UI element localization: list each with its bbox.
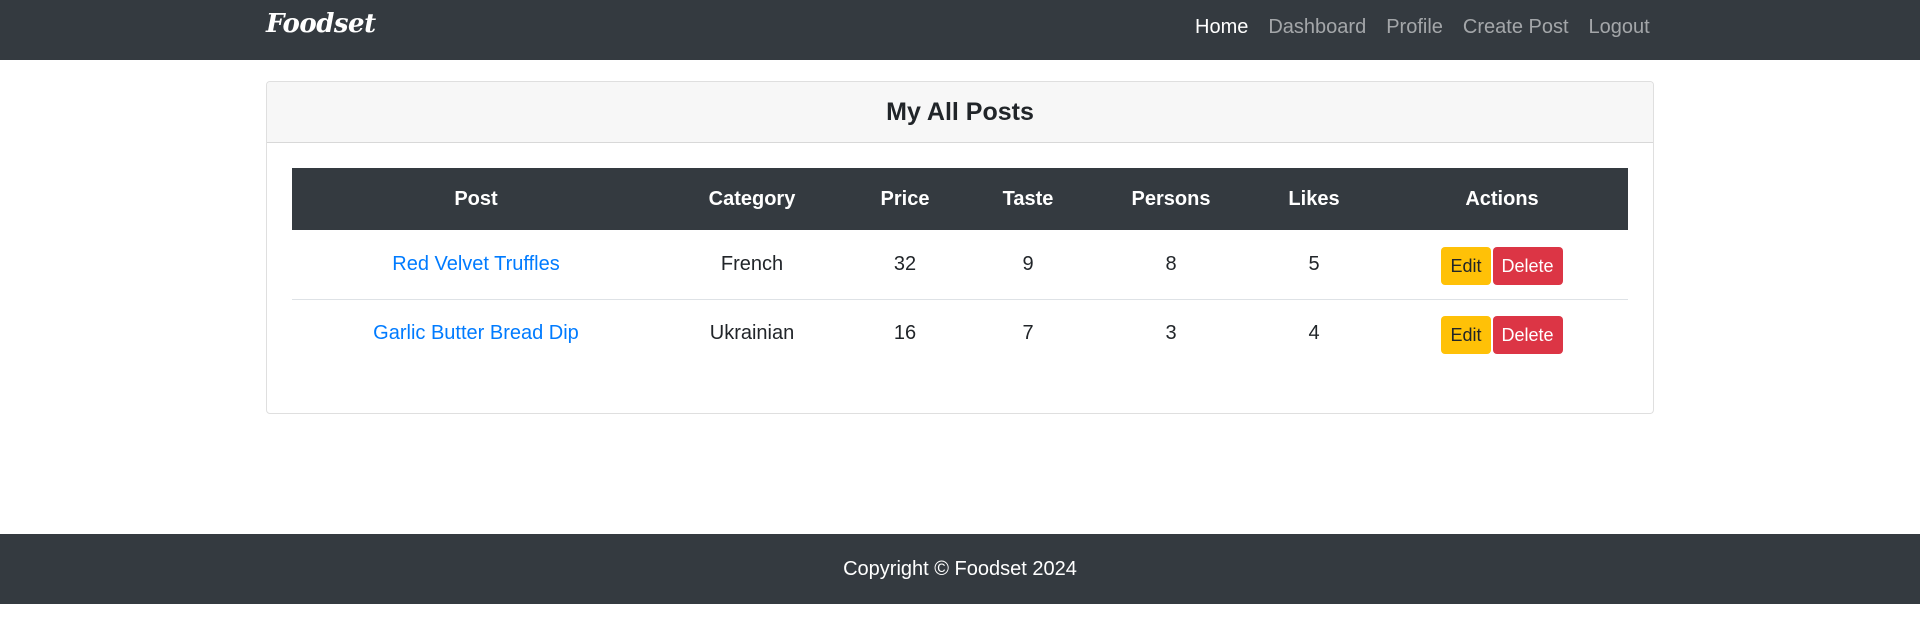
brand-logo[interactable]: Foodset: [266, 9, 376, 39]
nav-link-logout[interactable]: Logout: [1589, 16, 1650, 39]
nav-link-dashboard[interactable]: Dashboard: [1268, 16, 1366, 39]
column-header-category: Category: [708, 187, 796, 210]
column-header-price: Price: [880, 187, 930, 210]
taste-cell: 7: [966, 298, 1090, 368]
persons-cell: 3: [1090, 298, 1252, 368]
card-header: My All Posts: [267, 82, 1653, 143]
edit-button[interactable]: Edit: [1441, 316, 1491, 355]
column-header-persons: Persons: [1131, 187, 1211, 210]
copyright-text: Copyright © Foodset 2024: [843, 558, 1077, 580]
post-cell: Garlic Butter Bread Dip: [292, 298, 660, 368]
table-header-row: Post Category Price Taste Persons Likes …: [292, 168, 1628, 230]
posts-table: Post Category Price Taste Persons Likes …: [292, 168, 1628, 368]
post-link[interactable]: Red Velvet Truffles: [392, 253, 560, 275]
price-cell: 16: [844, 298, 966, 368]
likes-cell: 4: [1252, 298, 1376, 368]
navbar: Foodset Home Dashboard Profile Create Po…: [0, 0, 1920, 60]
nav-link-profile[interactable]: Profile: [1386, 16, 1443, 39]
delete-button[interactable]: Delete: [1492, 246, 1563, 285]
column-header-taste: Taste: [1002, 187, 1054, 210]
posts-card: My All Posts Post Category Price Taste P…: [266, 81, 1654, 414]
column-header-likes: Likes: [1288, 187, 1340, 210]
persons-cell: 8: [1165, 252, 1177, 275]
category-cell: French: [720, 252, 784, 275]
edit-button[interactable]: Edit: [1441, 246, 1491, 285]
likes-cell: 5: [1308, 252, 1320, 275]
footer: Copyright © Foodset 2024: [0, 534, 1920, 604]
nav-link-home[interactable]: Home: [1195, 16, 1248, 39]
actions-cell: Edit Delete: [1376, 298, 1628, 368]
category-cell: Ukrainian: [660, 298, 844, 368]
delete-button[interactable]: Delete: [1492, 316, 1563, 355]
post-cell: Red Velvet Truffles: [292, 230, 660, 299]
actions-cell: Edit Delete: [1376, 230, 1628, 299]
nav-link-create-post[interactable]: Create Post: [1463, 16, 1569, 39]
nav-links: Home Dashboard Profile Create Post Logou…: [1195, 16, 1670, 39]
column-header-post: Post: [454, 187, 498, 210]
taste-cell: 9: [1022, 252, 1034, 275]
table-row: Red Velvet Truffles French 32 9 8 5 Edit…: [292, 230, 1628, 299]
price-cell: 32: [893, 252, 917, 275]
post-link[interactable]: Garlic Butter Bread Dip: [373, 322, 579, 344]
table-row: Garlic Butter Bread Dip Ukrainian 16 7 3…: [292, 298, 1628, 368]
column-header-actions: Actions: [1465, 187, 1539, 210]
page-title: My All Posts: [886, 98, 1034, 126]
